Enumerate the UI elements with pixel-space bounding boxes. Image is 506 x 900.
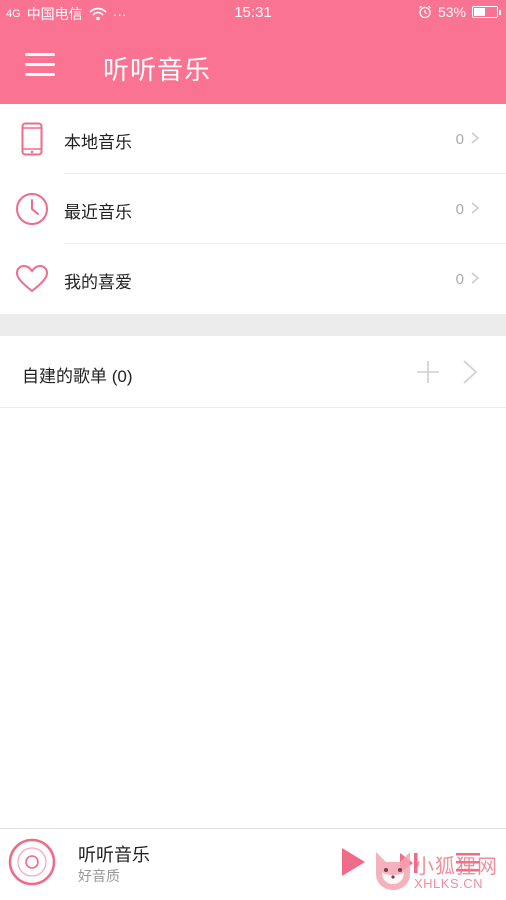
alarm-clock-icon: [419, 5, 431, 19]
library-item-favorites[interactable]: 我的喜爱 0: [0, 244, 506, 314]
library-list: 本地音乐 0 最近音乐 0 我的喜爱 0: [0, 104, 506, 314]
custom-playlists-title: 自建的歌单 (0): [22, 367, 133, 386]
library-item-label: 我的喜爱: [64, 273, 132, 292]
status-right: 53%: [418, 4, 501, 20]
chevron-right-icon: [471, 132, 480, 144]
library-item-label: 本地音乐: [64, 133, 132, 152]
playlist-queue-icon[interactable]: [456, 851, 480, 873]
status-bar: 4G 中国电信 ··· 15:31 53%: [0, 0, 506, 26]
chevron-right-icon: [471, 202, 480, 214]
heart-icon: [14, 261, 50, 297]
library-item-count: 0: [455, 271, 464, 288]
plus-icon[interactable]: [414, 358, 442, 386]
clock-icon: [14, 191, 50, 227]
library-item-recent-music[interactable]: 最近音乐 0: [0, 174, 506, 244]
app-bar: 听听音乐: [0, 26, 506, 104]
library-item-count: 0: [455, 131, 464, 148]
battery-percent: 53%: [437, 4, 466, 20]
next-track-icon[interactable]: [398, 851, 420, 875]
hamburger-menu-icon[interactable]: [25, 53, 55, 77]
custom-playlists-header: 自建的歌单 (0): [0, 336, 506, 408]
battery-fill: [474, 8, 486, 16]
app-title: 听听音乐: [103, 55, 212, 85]
library-item-local-music[interactable]: 本地音乐 0: [0, 104, 506, 174]
top-bar-background: 4G 中国电信 ··· 15:31 53% 听听音乐: [0, 0, 506, 104]
battery-icon: [472, 6, 501, 18]
mini-player[interactable]: 听听音乐 好音质: [0, 828, 506, 900]
phone-icon: [14, 121, 50, 157]
section-separator: [0, 314, 506, 336]
chevron-right-icon: [471, 272, 480, 284]
track-title: 听听音乐: [78, 845, 150, 865]
play-icon[interactable]: [340, 847, 366, 877]
album-disc-icon: [8, 838, 56, 886]
chevron-right-icon[interactable]: [460, 358, 480, 386]
track-subtitle: 好音质: [78, 868, 120, 884]
library-item-label: 最近音乐: [64, 203, 132, 222]
library-item-count: 0: [455, 201, 464, 218]
